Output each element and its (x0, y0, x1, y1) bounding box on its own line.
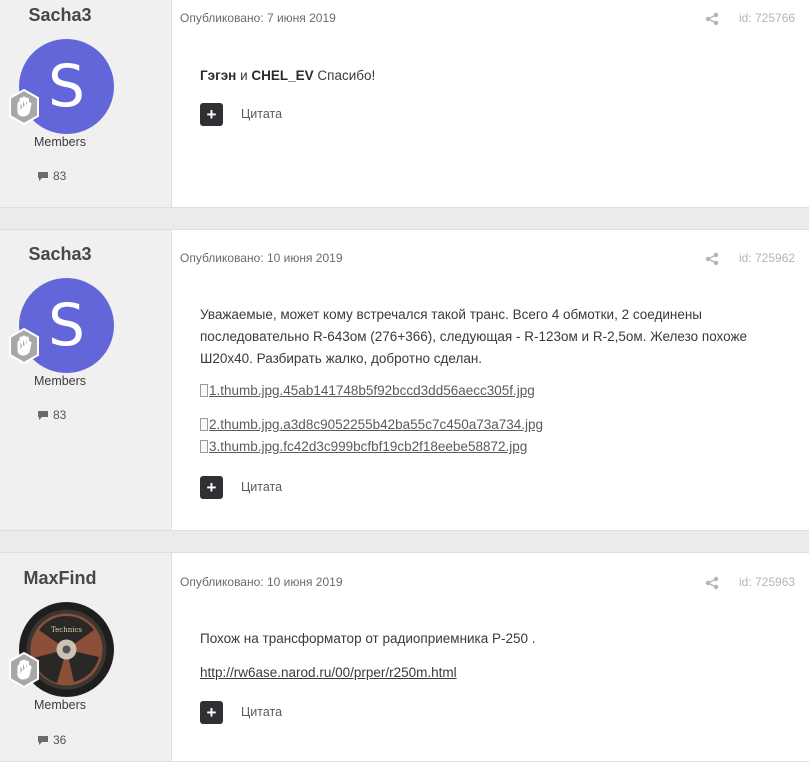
author-panel: MaxFind Technics Members 36 (0, 553, 172, 761)
mention[interactable]: CHEL_EV (251, 68, 313, 83)
post-date[interactable]: Опубликовано: 7 июня 2019 (180, 11, 336, 25)
post-content: Гэгэн и CHEL_EV Спасибо! (200, 65, 789, 87)
image-link[interactable]: 3.thumb.jpg.fc42d3c999bcfbf19cb2f18eebe5… (200, 439, 527, 454)
author-panel: Sacha3 S Members 83 (0, 0, 172, 207)
post-id: id: 725963 (739, 575, 796, 589)
image-link[interactable]: 2.thumb.jpg.a3d8c9052255b42ba55c7c450a73… (200, 417, 543, 432)
post-content: Похож на трансформатор от радиоприемника… (200, 631, 536, 646)
quote-button[interactable]: Цитата (241, 480, 282, 494)
author-name[interactable]: Sacha3 (0, 244, 120, 265)
image-link[interactable]: 1.thumb.jpg.45ab141748b5f92bccd3dd56aecc… (200, 383, 535, 398)
rank-badge (6, 651, 42, 689)
member-group: Members (33, 374, 87, 388)
author-name[interactable]: MaxFind (0, 568, 120, 589)
post-count: 83 (37, 408, 66, 422)
post-content: Уважаемые, может кому встречался такой т… (200, 307, 748, 366)
comment-icon (38, 410, 48, 420)
rank-hand-icon (9, 651, 39, 689)
avatar-brand-text: Technics (51, 626, 82, 634)
rank-hand-icon (9, 328, 39, 364)
share-icon[interactable] (705, 252, 719, 266)
quote-button[interactable]: Цитата (241, 107, 282, 121)
post-count-value: 83 (53, 169, 67, 183)
share-icon[interactable] (705, 12, 719, 26)
post-count: 36 (37, 733, 66, 747)
post-id: id: 725962 (739, 251, 796, 265)
post-count: 83 (37, 169, 66, 183)
comment-icon (38, 735, 48, 745)
multiquote-button[interactable]: + (200, 476, 223, 499)
post-count-value: 83 (53, 408, 67, 422)
author-panel: Sacha3 S Members 83 (0, 230, 172, 530)
content-text: и (236, 68, 252, 83)
quote-button[interactable]: Цитата (241, 705, 282, 719)
post: Sacha3 S Members 83 Опубликовано: 7 июня… (0, 0, 809, 208)
rank-hand-icon (9, 89, 39, 125)
broken-image-icon (200, 384, 208, 397)
image-link-text[interactable]: 2.thumb.jpg.a3d8c9052255b42ba55c7c450a73… (209, 417, 543, 432)
external-link[interactable]: http://rw6ase.narod.ru/00/prper/r250m.ht… (200, 665, 457, 680)
post-date[interactable]: Опубликовано: 10 июня 2019 (180, 575, 343, 589)
post-id: id: 725766 (739, 11, 796, 25)
broken-image-icon (200, 440, 208, 453)
image-link-text[interactable]: 3.thumb.jpg.fc42d3c999bcfbf19cb2f18eebe5… (209, 439, 527, 454)
multiquote-button[interactable]: + (200, 701, 223, 724)
mention[interactable]: Гэгэн (200, 68, 236, 83)
content-text: Спасибо! (313, 68, 376, 83)
post-count-value: 36 (53, 733, 67, 747)
post: MaxFind Technics Members 36 Опубликовано… (0, 552, 809, 762)
comment-icon (38, 171, 48, 181)
post-date[interactable]: Опубликовано: 10 июня 2019 (180, 251, 343, 265)
author-name[interactable]: Sacha3 (0, 5, 120, 26)
member-group: Members (33, 698, 87, 712)
post: Sacha3 S Members 83 Опубликовано: 10 июн… (0, 229, 809, 531)
broken-image-icon (200, 418, 208, 431)
share-icon[interactable] (705, 576, 719, 590)
image-link-text[interactable]: 1.thumb.jpg.45ab141748b5f92bccd3dd56aecc… (209, 383, 535, 398)
multiquote-button[interactable]: + (200, 103, 223, 126)
member-group: Members (33, 135, 87, 149)
